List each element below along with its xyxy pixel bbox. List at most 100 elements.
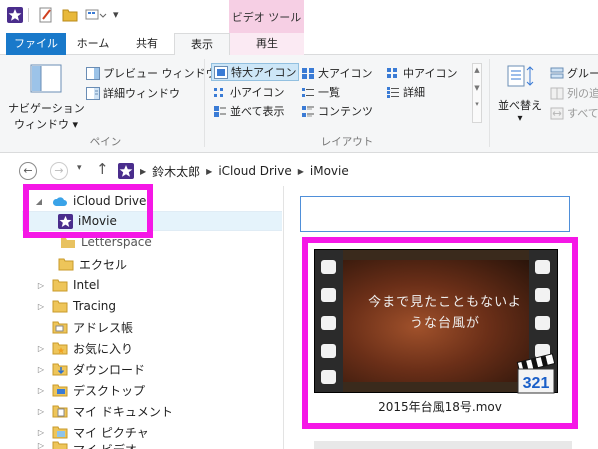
list-label: 一覧 [318,86,340,99]
small-icons-icon [214,87,223,97]
add-columns-button[interactable]: 列の追 [550,85,598,101]
extra-large-icons-label: 特大アイコン [231,66,297,79]
tree-item-label: お気に入り [73,341,134,356]
tree-item-address-book[interactable]: アドレス帳 [52,317,133,337]
group-by-label: グルー [567,67,598,80]
size-all-columns-icon [550,107,564,119]
list-button[interactable]: 一覧 [301,84,340,100]
preview-pane-button[interactable]: プレビュー ウィンドウ [86,65,217,81]
video-subtitle-line-1: 今まで見たこともないよ [368,295,522,310]
video-subtitle: 今まで見たこともないよ うな台風が [345,292,545,334]
tiles-icon [214,105,226,117]
folder-icon [58,258,74,270]
add-columns-icon [550,87,564,99]
collapsed-chevron-icon[interactable]: ▷ [36,281,46,290]
collapsed-chevron-icon[interactable]: ▷ [36,441,46,449]
tree-item-intel[interactable]: ▷ Intel [36,275,100,295]
tree-item-desktop[interactable]: ▷ デスクトップ [36,380,145,400]
up-button[interactable]: ↑ [96,160,109,178]
tree-item-label: ダウンロード [73,362,146,377]
downloads-folder-icon [52,363,68,375]
extra-large-icons-button[interactable]: 特大アイコン [211,63,300,81]
new-folder-icon[interactable] [62,7,78,23]
tree-item-label: マイ ピクチャ [73,425,149,440]
collapsed-chevron-icon[interactable]: ▷ [36,302,46,311]
sort-by-icon [507,65,534,87]
tab-share[interactable]: 共有 [120,33,174,55]
tree-item-downloads[interactable]: ▷ ダウンロード [36,359,145,379]
tree-item-tracing[interactable]: ▷ Tracing [36,296,116,316]
file-name-label: 2015年台風18号.mov [378,400,502,414]
imovie-app-icon[interactable] [7,7,23,23]
customize-view-icon[interactable] [85,7,107,23]
layout-scroll-buttons[interactable]: ▲ ▼ ▾ [472,63,482,123]
content-button[interactable]: コンテンツ [301,103,373,119]
tab-home[interactable]: ホーム [66,33,120,55]
large-icons-label: 大アイコン [318,67,373,80]
tree-item-my-pictures[interactable]: ▷ マイ ピクチャ [36,422,149,442]
recent-locations-icon[interactable]: ▾ [77,163,82,173]
medium-icons-label: 中アイコン [403,67,458,80]
folder-icon [52,300,68,312]
details-pane-label: 詳細ウィンドウ [103,87,180,100]
group-separator [489,59,490,147]
navigation-pane-icon [30,64,62,93]
breadcrumb-separator-icon: ▶ [297,166,304,176]
player-badge-number: 321 [523,375,550,392]
ribbon-panel: ナビゲーション ウィンドウ ▾ プレビュー ウィンドウ 詳細ウィンドウ ペイン … [0,55,598,153]
favorites-folder-icon [52,342,68,354]
sort-by-button[interactable]: 並べ替え ▾ [494,63,546,129]
breadcrumb-item-imovie[interactable]: iMovie [310,164,349,178]
title-bar: ▾ ビデオ ツール [0,0,598,33]
details-label: 詳細 [403,86,425,99]
collapsed-chevron-icon[interactable]: ▷ [36,386,46,395]
tab-view[interactable]: 表示 [174,33,230,56]
tree-item-label: Tracing [73,299,117,313]
forward-button[interactable]: → [50,162,68,180]
desktop-folder-icon [52,384,68,396]
file-tile-next-partial[interactable] [314,441,572,449]
breadcrumb[interactable]: ▶ 鈴木太郎 ▶ iCloud Drive ▶ iMovie [118,160,349,182]
tab-play[interactable]: 再生 [230,33,304,55]
file-tile-partial[interactable] [300,196,570,232]
contacts-folder-icon [52,321,68,333]
ribbon-tabs: ファイル ホーム 共有 表示 再生 [0,33,598,56]
tree-item-excel[interactable]: エクセル [58,254,127,274]
video-tools-contextual-label: ビデオ ツール [229,0,304,33]
panes-group-label: ペイン [89,136,122,148]
small-icons-label: 小アイコン [230,86,285,99]
tree-item-my-documents[interactable]: ▷ マイ ドキュメント [36,401,173,421]
details-button[interactable]: 詳細 [386,84,425,100]
collapsed-chevron-icon[interactable]: ▷ [36,365,46,374]
tab-file[interactable]: ファイル [6,33,66,55]
video-subtitle-line-2: うな台風が [409,316,480,331]
collapsed-chevron-icon[interactable]: ▷ [36,344,46,353]
tiles-label: 並べて表示 [230,105,285,118]
medium-icons-button[interactable]: 中アイコン [386,65,457,81]
collapsed-chevron-icon[interactable]: ▷ [36,428,46,437]
tree-item-label: Intel [73,278,100,292]
collapsed-chevron-icon[interactable]: ▷ [36,407,46,416]
tree-item-label: エクセル [79,257,128,272]
small-icons-button[interactable]: 小アイコン [213,84,284,100]
group-by-button[interactable]: グルー [550,65,598,81]
tree-item-favorites[interactable]: ▷ お気に入り [36,338,133,358]
details-pane-button[interactable]: 詳細ウィンドウ [86,85,180,101]
breadcrumb-item-user[interactable]: 鈴木太郎 [152,163,200,180]
breadcrumb-item-icloud-drive[interactable]: iCloud Drive [218,164,291,178]
size-all-columns-button[interactable]: すべて [550,105,598,121]
sort-by-label: 並べ替え [498,99,542,112]
tree-item-label: デスクトップ [73,383,146,398]
navigation-pane-button[interactable]: ナビゲーション ウィンドウ ▾ [8,61,85,131]
tiles-button[interactable]: 並べて表示 [213,103,285,119]
sort-by-dropdown-icon: ▾ [517,113,523,124]
properties-icon[interactable] [38,7,54,23]
quick-access-dropdown-icon[interactable]: ▾ [113,8,119,21]
tree-item-label: マイ ビデオ [73,441,137,449]
back-button[interactable]: ← [19,162,37,180]
tree-item-my-videos[interactable]: ▷ マイ ビデオ [36,441,137,449]
large-icons-button[interactable]: 大アイコン [301,65,372,81]
media-player-classic-icon: 321 [516,353,556,394]
details-pane-icon [86,86,100,100]
medium-icons-icon [387,67,397,78]
